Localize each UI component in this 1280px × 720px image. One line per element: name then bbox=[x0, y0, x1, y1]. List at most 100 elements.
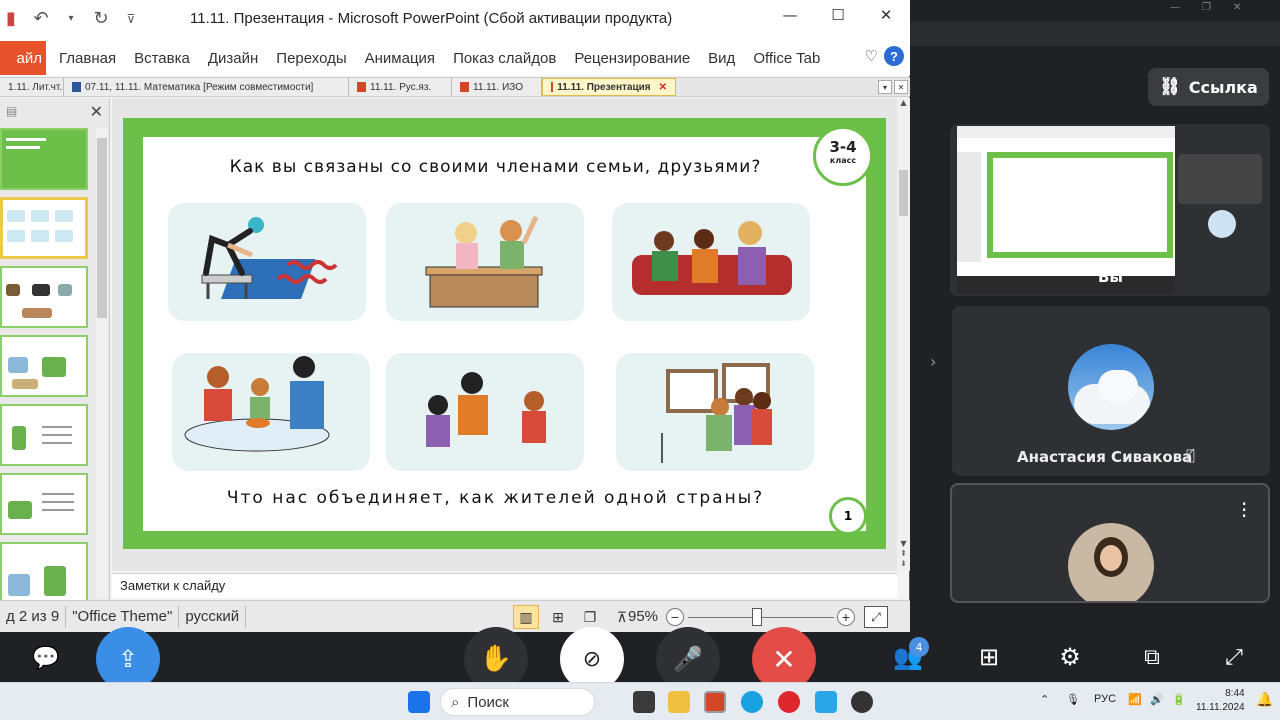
restore-icon[interactable]: ❐ bbox=[1202, 2, 1211, 13]
wifi-icon[interactable]: 📶 bbox=[1128, 693, 1142, 706]
scroll-up-icon[interactable]: ▲ bbox=[897, 98, 910, 107]
tab-slideshow[interactable]: Показ слайдов bbox=[444, 50, 565, 67]
windows-start-icon[interactable] bbox=[408, 691, 430, 713]
minimize-icon[interactable]: — bbox=[1170, 2, 1180, 13]
heart-icon[interactable]: ♡ bbox=[865, 47, 878, 65]
participants-count-badge: 4 bbox=[909, 637, 929, 657]
tab-transitions[interactable]: Переходы bbox=[267, 50, 355, 67]
notes-field[interactable]: Заметки к слайду bbox=[112, 573, 897, 598]
self-video-thumbnail bbox=[1178, 154, 1262, 204]
tab-design[interactable]: Дизайн bbox=[199, 50, 267, 67]
slide-thumbnail[interactable] bbox=[0, 128, 88, 190]
quick-access-toolbar: ▮ ↶ ▾ ↻ ⊽ bbox=[0, 8, 142, 29]
tab-file[interactable]: айл bbox=[0, 41, 46, 75]
tab-insert[interactable]: Вставка bbox=[125, 50, 199, 67]
doc-tab-lit[interactable]: 1.11. Лит.чт. bbox=[0, 78, 64, 96]
scrollbar-thumb[interactable] bbox=[899, 170, 908, 216]
dropdown-icon[interactable]: ▾ bbox=[60, 13, 82, 24]
media-player-icon[interactable] bbox=[851, 691, 873, 713]
normal-view-icon[interactable]: ▥ bbox=[513, 605, 539, 629]
help-icon[interactable]: ? bbox=[884, 46, 904, 66]
keyboard-language[interactable]: РУС bbox=[1094, 693, 1116, 705]
doc-tab-math[interactable]: 07.11, 11.11. Математика [Режим совмести… bbox=[64, 78, 349, 96]
view-buttons: ▥ ⊞ ❐ ⊼ bbox=[513, 605, 635, 629]
volume-icon[interactable]: 🔊 bbox=[1150, 693, 1164, 706]
fullscreen-button[interactable]: ⤢ bbox=[1218, 642, 1250, 672]
settings-button[interactable]: ⚙ bbox=[1054, 642, 1086, 672]
slide-thumbnail[interactable] bbox=[0, 266, 88, 328]
zoom-slider-thumb[interactable] bbox=[752, 608, 762, 626]
slide-thumbnail-selected[interactable] bbox=[0, 197, 88, 259]
slide-thumbnail[interactable] bbox=[0, 404, 88, 466]
outline-tab-icon[interactable]: ▤ bbox=[6, 104, 17, 118]
doc-tab-rus[interactable]: 11.11. Рус.яз. bbox=[349, 78, 452, 96]
tab-tools: ▾ ✕ bbox=[878, 80, 908, 94]
edge-icon[interactable] bbox=[741, 691, 763, 713]
microphone-icon: 🎤 bbox=[673, 645, 703, 673]
close-icon[interactable]: ✕ bbox=[1233, 2, 1241, 13]
tab-close-icon[interactable]: ✕ bbox=[894, 80, 908, 94]
close-tab-icon[interactable]: ✕ bbox=[659, 82, 667, 93]
store-icon[interactable] bbox=[815, 691, 837, 713]
tab-review[interactable]: Рецензирование bbox=[565, 50, 699, 67]
theme-name[interactable]: "Office Theme" bbox=[66, 605, 180, 628]
zoom-in-icon[interactable]: + bbox=[837, 608, 855, 626]
slide-scrollbar[interactable]: ▲ ▼ ⇞ ⇟ bbox=[897, 98, 910, 571]
copy-link-button[interactable]: ⛓ Ссылка bbox=[1148, 68, 1269, 106]
grade-number: 3-4 bbox=[829, 138, 857, 156]
chat-icon[interactable]: 💬 bbox=[30, 645, 62, 671]
battery-icon[interactable]: 🔋 bbox=[1172, 693, 1186, 706]
search-icon: ⌕ bbox=[451, 693, 460, 711]
participant-tile[interactable] bbox=[950, 483, 1270, 603]
participant-tile[interactable]: Анастасия Сивакова 🎙̸ bbox=[952, 306, 1270, 476]
zoom-level[interactable]: 95% bbox=[628, 608, 658, 625]
tab-office-tab[interactable]: Office Tab bbox=[744, 50, 829, 67]
undo-icon[interactable]: ↶ bbox=[30, 8, 52, 29]
reading-view-icon[interactable]: ❐ bbox=[577, 605, 603, 629]
slide-thumbnails-pane: ▤ ✕ bbox=[0, 98, 110, 604]
fit-to-window-icon[interactable]: ⤢ bbox=[864, 606, 888, 628]
tab-view[interactable]: Вид bbox=[699, 50, 744, 67]
tab-list-icon[interactable]: ▾ bbox=[878, 80, 892, 94]
clock[interactable]: 8:44 11.11.2024 bbox=[1196, 687, 1245, 715]
doc-tab-izo[interactable]: 11.11. ИЗО bbox=[452, 78, 542, 96]
slide-thumbnail[interactable] bbox=[0, 542, 88, 604]
powerpoint-window: ▮ ↶ ▾ ↻ ⊽ 11.11. Презентация - Microsoft… bbox=[0, 0, 910, 632]
slide-thumbnail[interactable] bbox=[0, 473, 88, 535]
minimize-icon[interactable]: — bbox=[766, 0, 814, 30]
you-label: Вы bbox=[1098, 268, 1123, 286]
camera-off-icon: ⊘ bbox=[582, 646, 602, 672]
picture-in-picture-icon: ⧉ bbox=[1144, 644, 1160, 670]
pip-button[interactable]: ⧉ bbox=[1136, 642, 1168, 672]
opera-icon[interactable] bbox=[778, 691, 800, 713]
current-slide[interactable]: Как вы связаны со своими членами семьи, … bbox=[123, 118, 886, 549]
powerpoint-taskbar-icon[interactable] bbox=[704, 691, 726, 713]
close-pane-icon[interactable]: ✕ bbox=[90, 102, 103, 121]
more-options-icon[interactable]: · · · bbox=[1241, 494, 1247, 526]
slide-sorter-icon[interactable]: ⊞ bbox=[545, 605, 571, 629]
tab-home[interactable]: Главная bbox=[50, 50, 125, 67]
redo-icon[interactable]: ↻ bbox=[90, 8, 112, 29]
thumbnails-scrollbar[interactable] bbox=[96, 128, 108, 598]
clock-time: 8:44 bbox=[1225, 688, 1245, 699]
microphone-tray-icon[interactable]: 🎙 bbox=[1066, 693, 1080, 706]
zoom-out-icon[interactable]: − bbox=[666, 608, 684, 626]
layout-grid-button[interactable]: ⊞ bbox=[973, 642, 1005, 672]
close-icon[interactable]: ✕ bbox=[862, 0, 910, 30]
taskbar-search[interactable]: ⌕ Поиск bbox=[440, 688, 595, 716]
tab-animation[interactable]: Анимация bbox=[356, 50, 444, 67]
maximize-icon[interactable]: ☐ bbox=[814, 0, 862, 30]
save-icon[interactable]: ▮ bbox=[0, 8, 22, 29]
chevron-up-icon[interactable]: ⌃ bbox=[1040, 693, 1049, 706]
doc-tab-presentation[interactable]: 11.11. Презентация ✕ bbox=[542, 78, 676, 96]
slide-editing-area: Как вы связаны со своими членами семьи, … bbox=[112, 98, 897, 571]
slide-thumbnail[interactable] bbox=[0, 335, 88, 397]
task-view-icon[interactable] bbox=[633, 691, 655, 713]
language-indicator[interactable]: русский bbox=[179, 605, 247, 628]
notifications-icon[interactable]: 🔔 bbox=[1256, 691, 1273, 708]
customize-icon[interactable]: ⊽ bbox=[120, 12, 142, 26]
ppt-file-icon bbox=[460, 82, 469, 92]
chevron-right-icon[interactable]: › bbox=[930, 352, 936, 371]
file-explorer-icon[interactable] bbox=[668, 691, 690, 713]
prev-next-slide-icon[interactable]: ▼ ⇞ ⇟ bbox=[897, 539, 910, 569]
